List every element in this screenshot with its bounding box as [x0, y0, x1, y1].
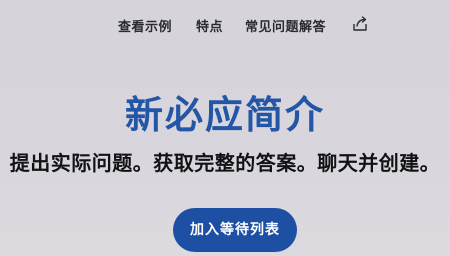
- share-icon[interactable]: [350, 14, 370, 34]
- top-nav: 查看示例 特点 常见问题解答: [0, 12, 450, 36]
- nav-link-features[interactable]: 特点: [196, 16, 223, 35]
- page-background: 查看示例 特点 常见问题解答 新必应简介 提出实际问题。获取完整的答案。聊天并创…: [0, 0, 450, 256]
- nav-link-faq[interactable]: 常见问题解答: [245, 16, 326, 35]
- page-title: 新必应简介: [124, 93, 325, 137]
- join-waitlist-label: 加入等待列表: [190, 222, 280, 238]
- nav-link-examples[interactable]: 查看示例: [118, 16, 172, 35]
- page-subtitle: 提出实际问题。获取完整的答案。聊天并创建。: [9, 151, 441, 175]
- share-icon-graphic: [353, 16, 367, 31]
- join-waitlist-button[interactable]: 加入等待列表: [173, 208, 297, 252]
